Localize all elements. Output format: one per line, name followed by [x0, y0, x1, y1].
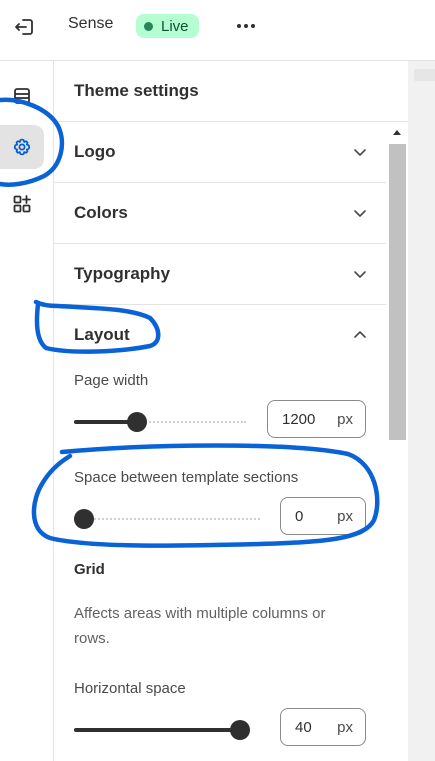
section-logo[interactable]: Logo [54, 122, 386, 183]
section-typography[interactable]: Typography [54, 244, 386, 305]
page-width-label: Page width [74, 372, 149, 389]
section-layout-label: Layout [74, 325, 130, 344]
editor-sidebar-rail [0, 61, 54, 761]
section-spacing-label: Space between template sections [74, 469, 299, 486]
page-width-unit: px [337, 411, 353, 428]
horizontal-space-value: 40 [295, 719, 312, 736]
grid-heading: Grid [74, 561, 105, 578]
slider-thumb[interactable] [230, 720, 250, 740]
grid-help-text: Affects areas with multiple columns or r… [74, 605, 326, 647]
gear-icon [13, 138, 31, 156]
section-logo-label: Logo [74, 142, 116, 161]
page-width-input[interactable]: 1200 px [267, 400, 366, 438]
horizontal-space-slider[interactable] [74, 720, 250, 740]
live-status-badge: Live [136, 14, 199, 38]
section-typography-label: Typography [74, 264, 171, 283]
chevron-down-icon [354, 210, 366, 217]
live-dot-icon [144, 21, 153, 31]
page-width-slider[interactable] [74, 412, 246, 432]
section-layout[interactable]: Layout [54, 305, 386, 365]
section-spacing-value: 0 [295, 508, 304, 525]
chevron-up-icon [354, 331, 366, 338]
section-spacing-unit: px [337, 508, 353, 525]
apps-add-icon [13, 195, 31, 213]
section-colors[interactable]: Colors [54, 183, 386, 244]
rail-theme-settings-button[interactable] [0, 125, 44, 169]
preview-gutter [408, 61, 435, 761]
more-actions-button[interactable] [232, 14, 260, 38]
rail-sections-button[interactable] [0, 77, 44, 115]
section-colors-label: Colors [74, 203, 128, 222]
horizontal-space-unit: px [337, 719, 353, 736]
page-width-value: 1200 [282, 411, 316, 428]
scrollbar-thumb[interactable] [389, 144, 406, 440]
panel-title: Theme settings [74, 81, 199, 100]
live-label: Live [161, 17, 189, 35]
more-horizontal-icon [237, 24, 241, 28]
horizontal-space-input[interactable]: 40 px [280, 708, 366, 746]
slider-thumb[interactable] [74, 509, 94, 529]
slider-track [74, 518, 260, 520]
preview-edge [414, 69, 435, 81]
exit-icon [15, 19, 33, 35]
theme-settings-panel: Theme settings Logo Colors Typography La… [54, 61, 408, 761]
section-spacing-input[interactable]: 0 px [280, 497, 366, 535]
editor-top-bar: Sense Live [0, 0, 435, 61]
panel-scrollbar[interactable] [386, 122, 408, 761]
scroll-up-arrow-icon[interactable] [393, 130, 401, 135]
chevron-down-icon [354, 271, 366, 278]
sections-icon [14, 88, 30, 104]
rail-apps-button[interactable] [0, 185, 44, 223]
slider-fill [74, 728, 240, 732]
chevron-down-icon [354, 149, 366, 156]
section-spacing-slider[interactable] [74, 509, 260, 529]
theme-name[interactable]: Sense [68, 15, 113, 33]
horizontal-space-label: Horizontal space [74, 680, 186, 697]
exit-button[interactable] [10, 14, 38, 40]
slider-thumb[interactable] [127, 412, 148, 432]
